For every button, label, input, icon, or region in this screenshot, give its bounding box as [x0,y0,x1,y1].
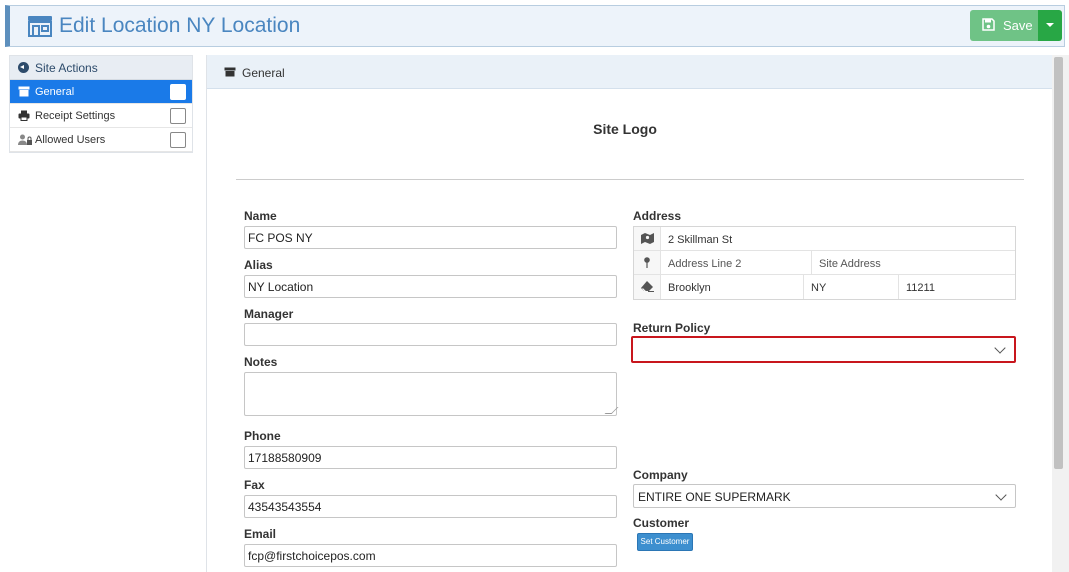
store-icon [224,66,236,77]
scrollbar-thumb[interactable] [1054,57,1063,469]
return-policy-label: Return Policy [633,321,711,335]
address-row-3: Brooklyn NY 11211 [634,275,1015,299]
name-label: Name [244,209,277,223]
notes-label: Notes [244,355,278,369]
alias-label: Alias [244,258,273,272]
vertical-scrollbar[interactable] [1052,55,1069,572]
alias-input[interactable]: NY Location [244,275,617,298]
email-input[interactable]: fcp@firstchoicepos.com [244,544,617,567]
name-input[interactable]: FC POS NY [244,226,617,249]
site-logo-heading: Site Logo [593,121,657,137]
user-lock-icon [18,134,32,145]
chevron-down-icon [994,342,1006,354]
customer-label: Customer [633,516,690,530]
printer-icon [18,110,30,121]
address-row-2: Address Line 2 Site Address [634,251,1015,275]
sidebar-item-allowed-users[interactable]: Allowed Users [10,128,192,152]
chevron-down-icon [995,489,1007,501]
save-button[interactable]: Save [970,10,1038,41]
sidebar-item-label: General [35,86,75,98]
arrow-left-circle-icon [18,62,29,73]
receipt-settings-checkbox[interactable] [170,108,186,124]
general-checkbox[interactable] [170,84,186,100]
address-row-1: 2 Skillman St [634,227,1015,251]
return-policy-select[interactable] [631,336,1016,363]
sidebar-item-receipt-settings[interactable]: Receipt Settings [10,104,192,128]
sidebar: Site Actions General Receipt Settings Al… [9,55,193,153]
sidebar-item-label: Allowed Users [35,134,106,146]
resize-handle[interactable] [604,407,619,414]
site-address-input[interactable]: Site Address [819,258,881,270]
fax-input[interactable]: 43543543554 [244,495,617,518]
page-title: Edit Location NY Location [59,14,301,37]
sidebar-item-label: Receipt Settings [35,110,116,122]
cell-divider [811,251,812,274]
map-icon [634,227,661,250]
address-line2-input[interactable]: Address Line 2 [668,258,741,270]
manager-input[interactable] [244,323,617,346]
panel-title: General [242,66,285,80]
eraser-icon [634,275,661,299]
allowed-users-checkbox[interactable] [170,132,186,148]
site-actions-label: Site Actions [35,61,98,75]
page-header: Edit Location NY Location Save [5,5,1065,47]
caret-down-icon [1046,23,1054,27]
save-label: Save [1003,18,1033,33]
cell-divider [803,275,804,299]
zip-input[interactable]: 11211 [906,282,935,294]
set-customer-button[interactable]: Set Customer [637,533,693,551]
phone-label: Phone [244,429,281,443]
general-panel: General Site Logo Name FC POS NY Alias N… [206,55,1052,572]
city-input[interactable]: Brooklyn [668,282,711,294]
save-options-dropdown[interactable] [1038,10,1062,41]
site-actions-header[interactable]: Site Actions [10,56,192,80]
pin-icon [634,251,661,274]
cell-divider [898,275,899,299]
phone-input[interactable]: 17188580909 [244,446,617,469]
floppy-icon [982,18,995,31]
address-label: Address [633,209,682,223]
panel-header: General [207,55,1052,89]
fax-label: Fax [244,478,265,492]
store-icon [18,86,30,97]
manager-label: Manager [244,307,294,321]
divider [236,179,1024,180]
store-icon [26,14,54,38]
state-input[interactable]: NY [811,282,826,294]
notes-textarea[interactable] [244,372,619,416]
company-select[interactable]: ENTIRE ONE SUPERMARK [633,484,1016,508]
address-line1-input[interactable]: 2 Skillman St [668,234,732,246]
sidebar-item-general[interactable]: General [10,80,192,104]
company-value: ENTIRE ONE SUPERMARK [638,490,791,504]
email-label: Email [244,527,277,541]
address-block: 2 Skillman St Address Line 2 Site Addres… [633,226,1016,300]
company-label: Company [633,468,688,482]
